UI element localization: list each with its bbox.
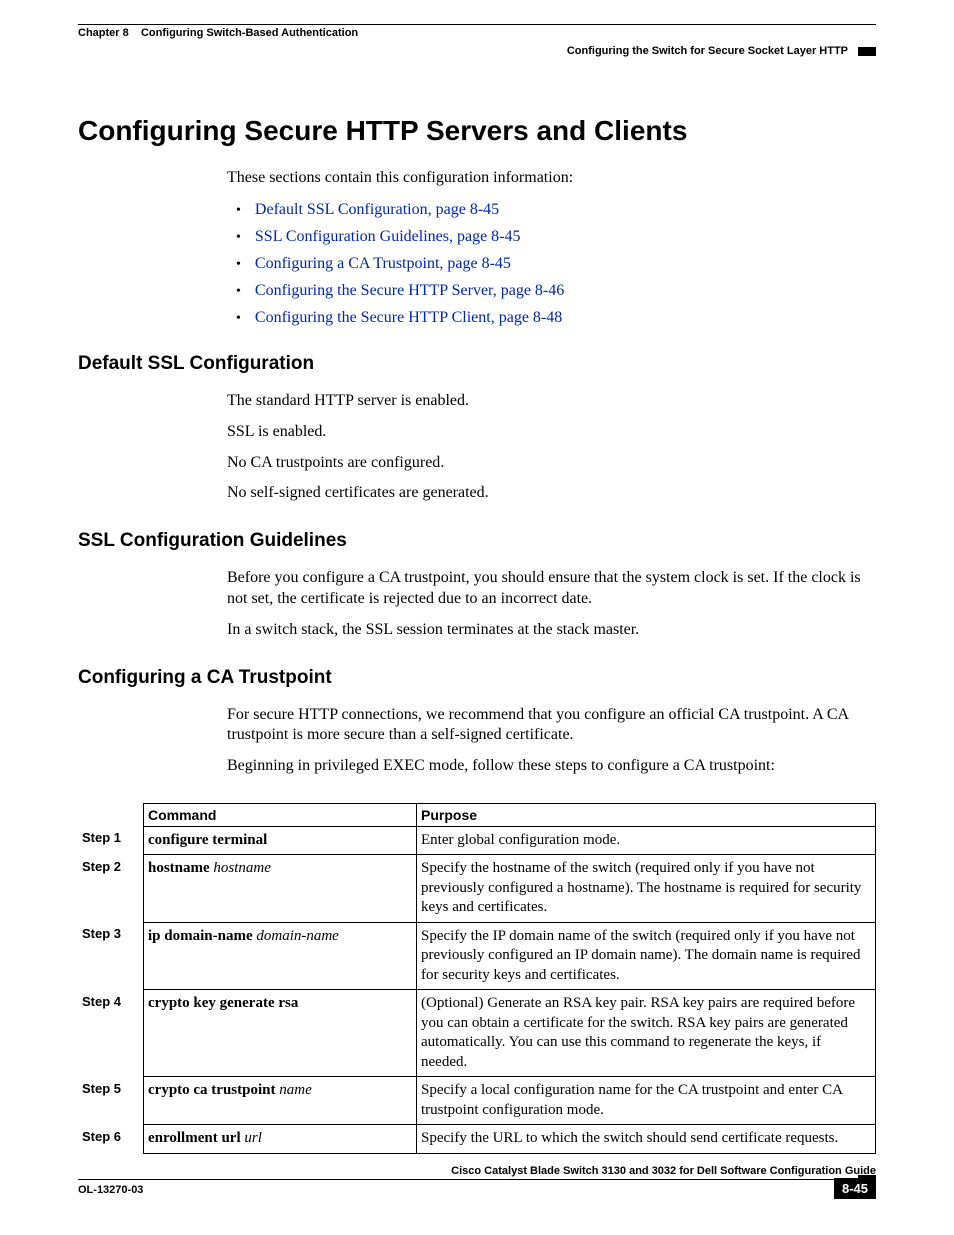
table-row: Step 5 crypto ca trustpoint name Specify… <box>78 1077 876 1125</box>
toc-link[interactable]: Configuring the Secure HTTP Server, page… <box>255 282 564 300</box>
heading-trustpoint: Configuring a CA Trustpoint <box>78 667 876 689</box>
cmd-arg: name <box>279 1082 312 1098</box>
purpose-cell: Specify the hostname of the switch (requ… <box>417 855 876 923</box>
cmd-bold: crypto key generate rsa <box>148 995 298 1011</box>
step-label: Step 4 <box>78 990 144 1077</box>
table-row: Step 6 enrollment url url Specify the UR… <box>78 1125 876 1154</box>
toc-link[interactable]: Default SSL Configuration, page 8-45 <box>255 201 499 219</box>
body-paragraph: No CA trustpoints are configured. <box>227 453 876 474</box>
step-label: Step 3 <box>78 922 144 990</box>
doc-id: OL-13270-03 <box>78 1184 143 1196</box>
section-path: Configuring the Switch for Secure Socket… <box>567 45 848 57</box>
purpose-cell: Specify a local configuration name for t… <box>417 1077 876 1125</box>
cmd-arg: domain-name <box>256 928 339 944</box>
cmd-bold: hostname <box>148 860 210 876</box>
heading-guidelines: SSL Configuration Guidelines <box>78 530 876 552</box>
chapter-label: Chapter 8 <box>78 27 129 39</box>
purpose-cell: (Optional) Generate an RSA key pair. RSA… <box>417 990 876 1077</box>
step-label: Step 1 <box>78 826 144 855</box>
command-table: Command Purpose Step 1 configure termina… <box>78 803 876 1154</box>
step-label: Step 2 <box>78 855 144 923</box>
step-label: Step 5 <box>78 1077 144 1125</box>
cmd-bold: crypto ca trustpoint <box>148 1082 276 1098</box>
cmd-arg: url <box>244 1130 262 1146</box>
table-row: Step 4 crypto key generate rsa (Optional… <box>78 990 876 1077</box>
table-row: Step 2 hostname hostname Specify the hos… <box>78 855 876 923</box>
purpose-cell: Specify the URL to which the switch shou… <box>417 1125 876 1154</box>
body-paragraph: In a switch stack, the SSL session termi… <box>227 620 876 641</box>
cmd-arg: hostname <box>213 860 271 876</box>
th-command: Command <box>144 803 417 826</box>
header-marker-icon <box>858 47 876 56</box>
toc-link[interactable]: Configuring a CA Trustpoint, page 8-45 <box>255 255 511 273</box>
heading-default-ssl: Default SSL Configuration <box>78 353 876 375</box>
body-paragraph: The standard HTTP server is enabled. <box>227 391 876 412</box>
cmd-bold: configure terminal <box>148 832 267 848</box>
toc-link[interactable]: SSL Configuration Guidelines, page 8-45 <box>255 228 521 246</box>
body-paragraph: SSL is enabled. <box>227 422 876 443</box>
intro-text: These sections contain this configuratio… <box>227 169 876 187</box>
chapter-title: Configuring Switch-Based Authentication <box>141 27 358 39</box>
chapter-heading: Chapter 8 Configuring Switch-Based Authe… <box>78 27 876 39</box>
body-paragraph: Before you configure a CA trustpoint, yo… <box>227 568 876 610</box>
toc-link[interactable]: Configuring the Secure HTTP Client, page… <box>255 309 562 327</box>
cmd-bold: enrollment url <box>148 1130 241 1146</box>
footer-book-title: Cisco Catalyst Blade Switch 3130 and 303… <box>451 1165 876 1177</box>
toc-list: Default SSL Configuration, page 8-45 SSL… <box>236 201 876 327</box>
purpose-cell: Specify the IP domain name of the switch… <box>417 922 876 990</box>
body-paragraph: No self-signed certificates are generate… <box>227 483 876 504</box>
th-purpose: Purpose <box>417 803 876 826</box>
step-label: Step 6 <box>78 1125 144 1154</box>
footer-marker-icon <box>858 1175 876 1184</box>
page-title: Configuring Secure HTTP Servers and Clie… <box>78 115 876 147</box>
body-paragraph: For secure HTTP connections, we recommen… <box>227 705 876 747</box>
body-paragraph: Beginning in privileged EXEC mode, follo… <box>227 756 876 777</box>
cmd-bold: ip domain-name <box>148 928 253 944</box>
table-row: Step 1 configure terminal Enter global c… <box>78 826 876 855</box>
purpose-cell: Enter global configuration mode. <box>417 826 876 855</box>
table-row: Step 3 ip domain-name domain-name Specif… <box>78 922 876 990</box>
page-footer: Cisco Catalyst Blade Switch 3130 and 303… <box>78 1165 876 1199</box>
